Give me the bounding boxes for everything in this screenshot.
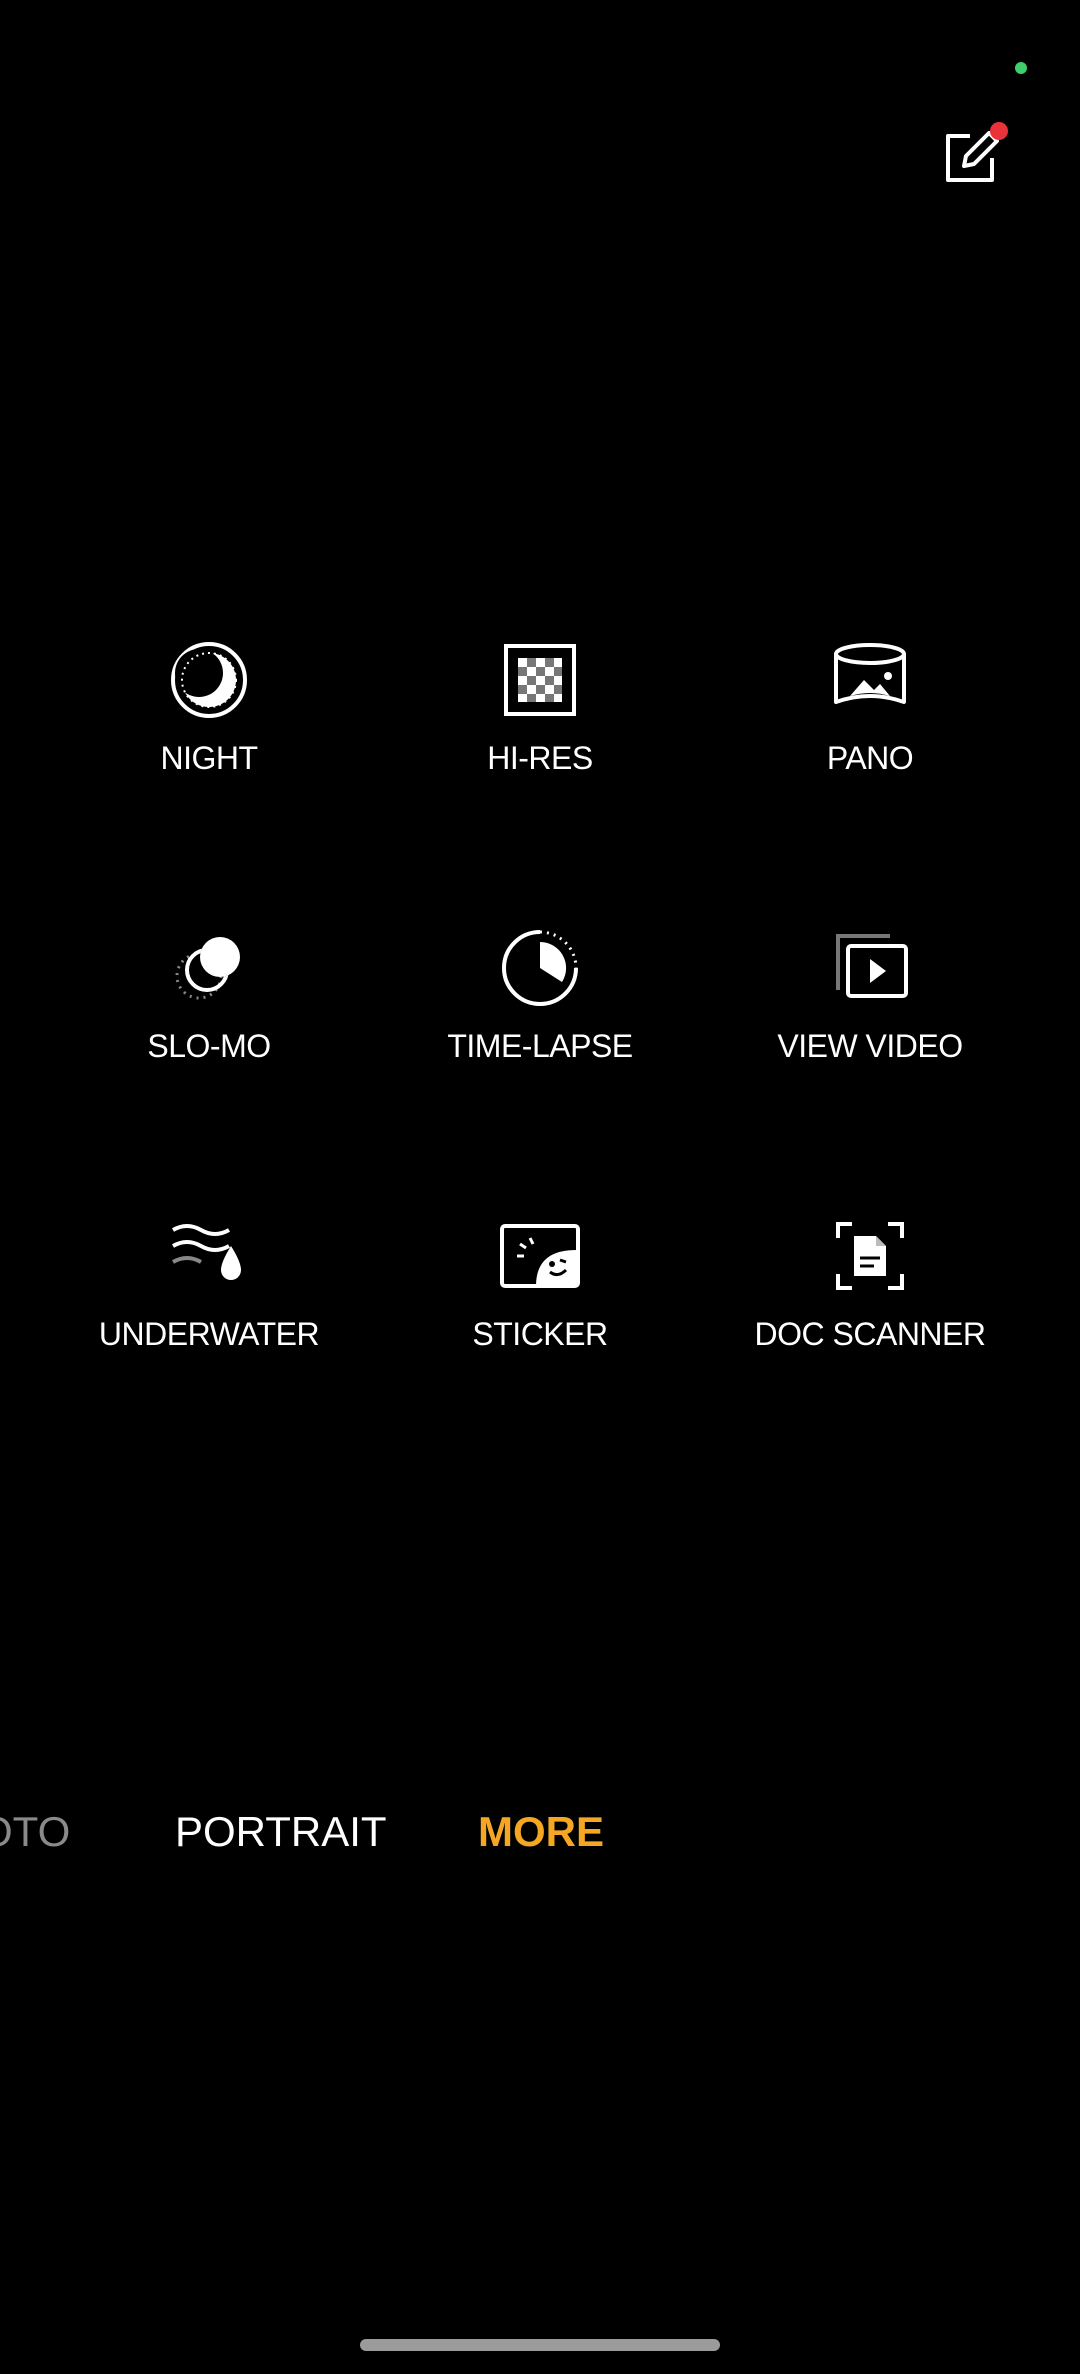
camera-mode-selector[interactable]: OTO PORTRAIT MORE [0, 1800, 1080, 1864]
mode-label: DOC SCANNER [754, 1316, 986, 1352]
time-lapse-icon [500, 928, 580, 1008]
view-video-icon [830, 928, 910, 1008]
mode-label: PANO [826, 740, 914, 776]
mode-sticker[interactable]: STICKER [375, 1216, 705, 1396]
night-icon [169, 640, 249, 720]
mode-tab-more[interactable]: MORE [478, 1808, 604, 1856]
mode-tab-portrait[interactable]: PORTRAIT [175, 1808, 387, 1856]
mode-label: SLO-MO [147, 1028, 271, 1064]
status-indicator-dot [1015, 62, 1027, 74]
mode-label: TIME-LAPSE [447, 1028, 633, 1064]
slo-mo-icon [169, 928, 249, 1008]
home-indicator[interactable] [360, 2339, 720, 2351]
mode-tab-photo[interactable]: OTO [0, 1808, 70, 1856]
underwater-icon [169, 1216, 249, 1296]
mode-label: VIEW VIDEO [777, 1028, 963, 1064]
mode-view-video[interactable]: VIEW VIDEO [705, 928, 1035, 1108]
doc-scanner-icon [830, 1216, 910, 1296]
mode-night[interactable]: NIGHT [44, 640, 374, 820]
mode-label: NIGHT [160, 740, 258, 776]
mode-underwater[interactable]: UNDERWATER [44, 1216, 374, 1396]
hi-res-icon [500, 640, 580, 720]
mode-pano[interactable]: PANO [705, 640, 1035, 820]
sticker-icon [500, 1216, 580, 1296]
mode-time-lapse[interactable]: TIME-LAPSE [375, 928, 705, 1108]
mode-doc-scanner[interactable]: DOC SCANNER [705, 1216, 1035, 1396]
pano-icon [830, 640, 910, 720]
edit-modes-button[interactable] [934, 118, 1010, 194]
mode-slo-mo[interactable]: SLO-MO [44, 928, 374, 1108]
mode-label: UNDERWATER [98, 1316, 320, 1352]
mode-label: HI-RES [487, 740, 593, 776]
mode-hi-res[interactable]: HI-RES [375, 640, 705, 820]
notification-badge [990, 122, 1008, 140]
mode-label: STICKER [472, 1316, 608, 1352]
